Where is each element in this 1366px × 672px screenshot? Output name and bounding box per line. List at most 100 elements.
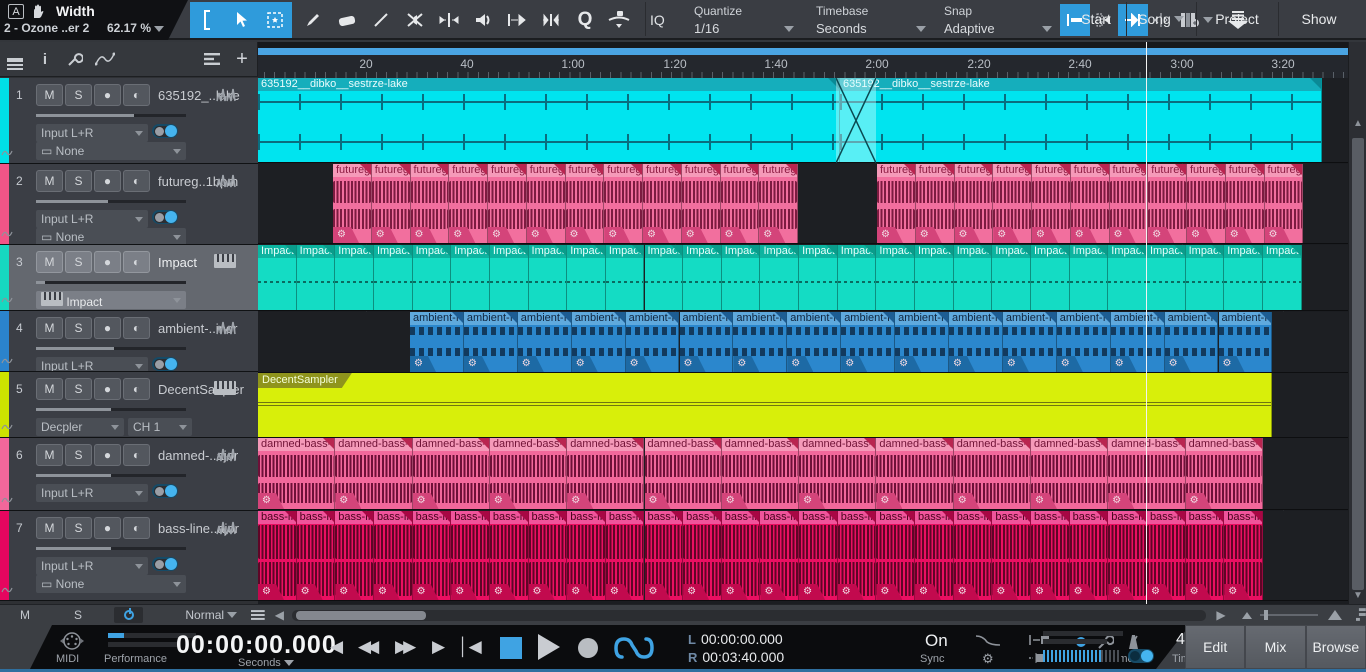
mute-button[interactable]: M [36,317,63,339]
clip-gain-gear-icon[interactable]: ⚙ [626,356,652,372]
audio-clip[interactable]: Impact [1031,245,1070,310]
volume-fader[interactable] [36,408,186,411]
track-header-7[interactable]: 7MS●◐bass-line..ajorInput L+R▭ None [0,511,258,601]
zoom-in-icon[interactable] [1328,610,1342,620]
input-monitor-toggle[interactable] [152,124,178,138]
audio-clip[interactable]: bass-lı⚙ [1108,511,1147,600]
eraser-tool-button[interactable] [330,4,364,36]
input-monitor-toggle[interactable] [152,484,178,498]
instrument-dropdown[interactable]: ▭ None [36,142,186,160]
audio-clip[interactable]: damned-bass-lı⚙ [722,438,799,509]
audio-clip[interactable]: bass-lı⚙ [876,511,915,600]
audio-clip[interactable]: Impact [529,245,568,310]
performance-label[interactable]: Performance [104,653,167,665]
mute-button[interactable]: M [36,251,63,273]
audio-clip[interactable]: Impact [1263,245,1302,310]
audio-clip[interactable]: futureg⚙ [1032,164,1071,243]
vertical-scroll-thumb[interactable] [1352,138,1364,590]
instrument-dropdown[interactable]: ▭ None [36,228,186,245]
audio-clip[interactable]: futureg⚙ [955,164,994,243]
audio-clip[interactable]: bass-lı⚙ [529,511,568,600]
mix-view-button[interactable]: Mix [1246,626,1304,668]
audio-clip[interactable]: ambient-ı⚙ [841,312,895,372]
fade-curve-icon[interactable] [975,633,1001,651]
track-header-6[interactable]: 6MS●◐damned-..ajorInput L+R [0,438,258,511]
input-select-dropdown[interactable]: Input L+R [36,484,148,502]
audio-clip[interactable]: ambient-ı⚙ [464,312,518,372]
audio-clip[interactable]: Impact [413,245,452,310]
scroll-down-icon[interactable]: ▼ [1352,590,1364,601]
volume-fader[interactable] [36,281,186,284]
record-arm-button[interactable]: ● [94,170,121,192]
track-name[interactable]: Impact [158,255,197,270]
clip-gain-gear-icon[interactable]: ⚙ [643,227,669,243]
clip-gain-gear-icon[interactable]: ⚙ [410,356,436,372]
mute-button[interactable]: M [36,378,63,400]
audio-clip[interactable]: ambient-ı⚙ [733,312,787,372]
clip-gain-gear-icon[interactable]: ⚙ [949,356,975,372]
prev-marker-button[interactable]: ◀ [330,637,343,657]
solo-button[interactable]: S [65,84,92,106]
clip-gain-gear-icon[interactable]: ⚙ [333,227,359,243]
track-list-options-icon[interactable] [197,52,227,66]
vertical-scrollbar[interactable]: ▲ ▼ [1348,42,1366,604]
audio-clip[interactable]: futureg⚙ [411,164,450,243]
midi-channel-dropdown[interactable]: CH 1 [128,418,192,436]
automation-toggle-icon[interactable] [1,291,13,309]
audio-clip[interactable]: Impact [992,245,1031,310]
solo-button[interactable]: S [65,517,92,539]
audio-clip[interactable]: ambient-ı⚙ [895,312,949,372]
mute-button[interactable]: M [36,517,63,539]
loop-start-time[interactable]: L00:00:00.000 [688,631,783,647]
monitor-button[interactable]: ◐ [123,444,150,466]
inspector-icon[interactable]: i [30,51,60,68]
record-button[interactable] [578,638,598,658]
clip-gain-gear-icon[interactable]: ⚙ [527,227,553,243]
bend-tool-button[interactable] [432,4,466,36]
paint-tool-button[interactable] [296,4,330,36]
audio-clip[interactable]: Impact [490,245,529,310]
audio-clip[interactable]: Impact [915,245,954,310]
audio-clip[interactable]: damned-bass-lı⚙ [490,438,567,509]
audio-clip[interactable]: bass-lı⚙ [1224,511,1263,600]
audio-clip[interactable]: ambient-ı⚙ [572,312,626,372]
wrench-icon[interactable] [60,51,90,67]
audio-clip[interactable]: Impact [606,245,645,310]
input-monitor-toggle[interactable] [152,557,178,571]
audio-clip[interactable]: bass-lı⚙ [1070,511,1109,600]
audio-clip[interactable]: bass-lı⚙ [490,511,529,600]
record-arm-button[interactable]: ● [94,251,121,273]
clip-gain-gear-icon[interactable]: ⚙ [759,227,785,243]
automation-mode-dropdown[interactable]: Normal [185,608,224,622]
audio-clip[interactable]: Impact [760,245,799,310]
clip-gain-gear-icon[interactable]: ⚙ [680,356,706,372]
input-select-dropdown[interactable]: Input L+R [36,210,148,228]
bend-marker-icon[interactable] [602,4,636,36]
audio-clip[interactable]: ambient-ı⚙ [1165,312,1219,372]
track-header-3[interactable]: 3MS●◐Impact Impact [0,245,258,311]
master-toggle[interactable] [1128,649,1154,663]
automation-toggle-icon[interactable] [1,144,13,162]
clip-gain-gear-icon[interactable]: ⚙ [787,356,813,372]
monitor-button[interactable]: ◐ [123,378,150,400]
solo-button[interactable]: S [65,444,92,466]
audio-clip[interactable]: bass-lı⚙ [297,511,336,600]
record-arm-button[interactable]: ● [94,378,121,400]
audio-clip[interactable]: bass-lı⚙ [760,511,799,600]
audio-clip[interactable]: Impact [1224,245,1263,310]
volume-fader[interactable] [36,474,186,477]
mute-button[interactable]: M [36,84,63,106]
instrument-dropdown[interactable]: ▭ None [36,575,186,593]
main-time-display[interactable]: 00:00:00.000 [176,631,337,660]
scroll-right-icon[interactable]: ▶ [1216,608,1225,622]
clip-gain-gear-icon[interactable]: ⚙ [1226,227,1252,243]
clip-gain-gear-icon[interactable]: ⚙ [877,227,903,243]
iq-label[interactable]: IQ [650,12,665,28]
automation-toggle-icon[interactable] [1,581,13,599]
comp-tool-button[interactable] [500,4,534,36]
track-header-4[interactable]: 4MS●◐ambient-..inorInput L+R [0,311,258,372]
nav-show-button[interactable]: Show [1282,0,1356,38]
automation-toggle-icon[interactable] [1,418,13,436]
audio-clip[interactable]: futureg⚙ [604,164,643,243]
automation-toggle-icon[interactable] [1,225,13,243]
